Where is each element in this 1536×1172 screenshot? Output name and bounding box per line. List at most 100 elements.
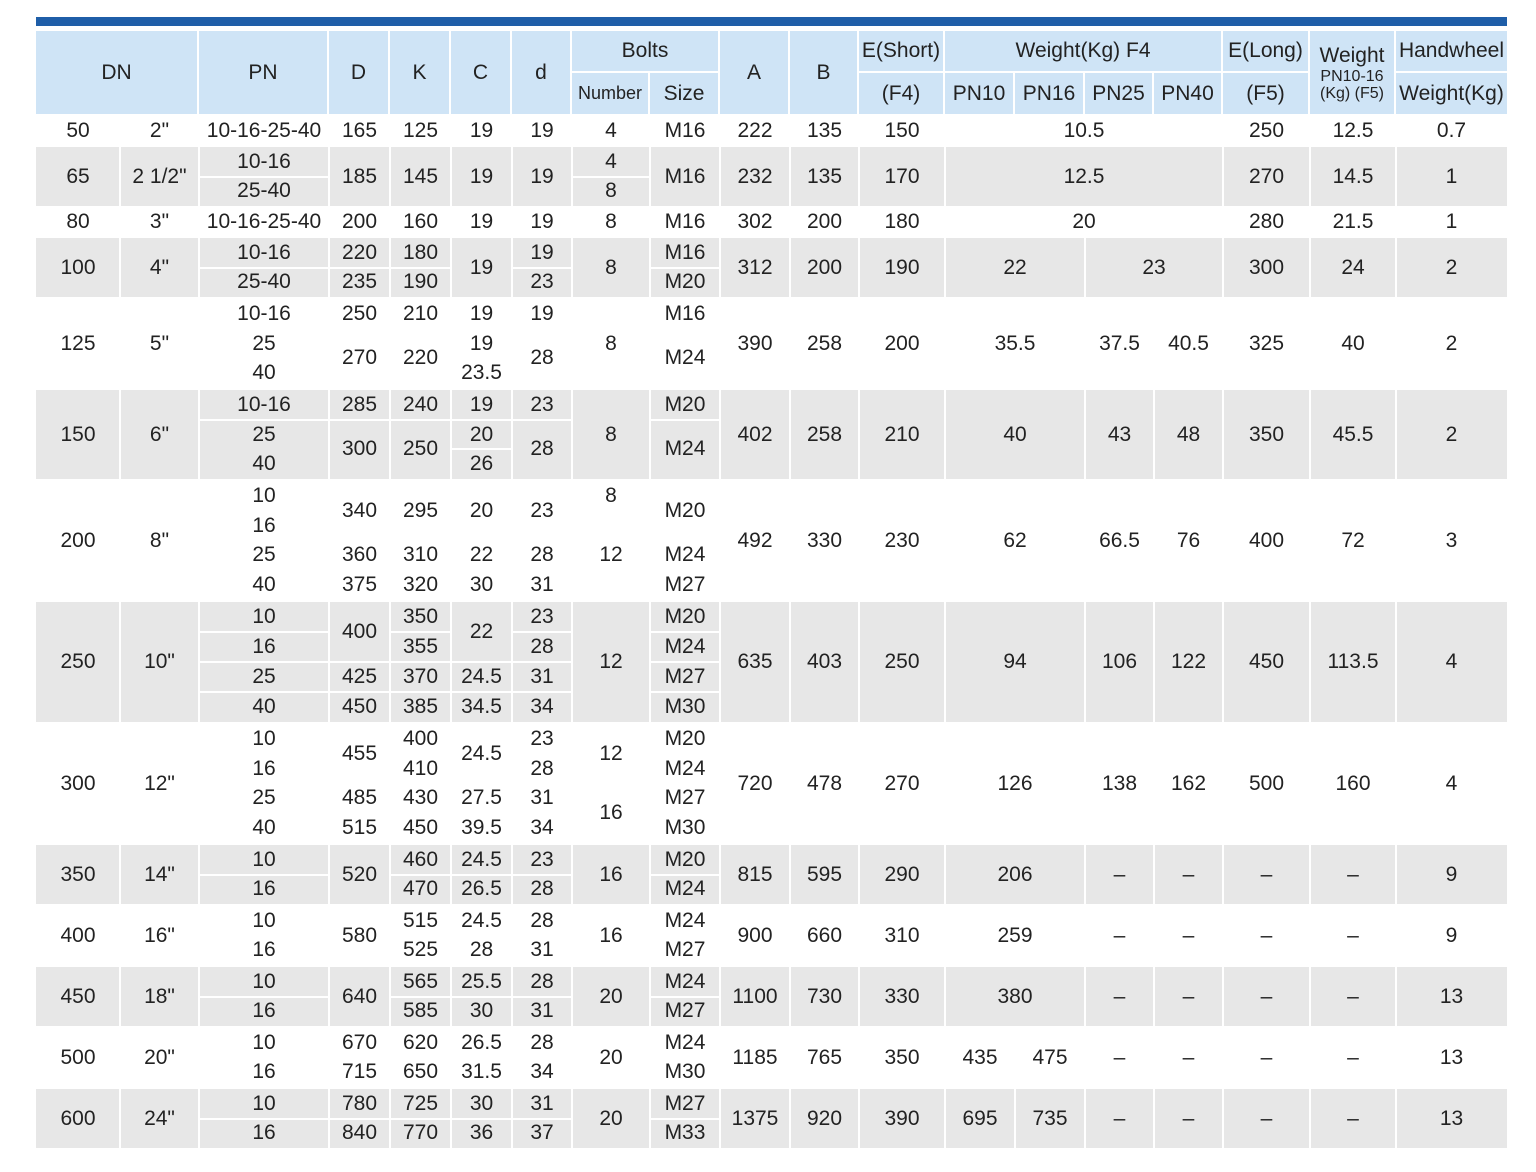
bolt-number-value: 8 <box>605 422 617 446</box>
flange-thickness-value: 34.5 <box>461 695 502 718</box>
bolt-circle-value: 370 <box>402 665 439 688</box>
grid-line <box>1309 238 1311 297</box>
e-short-cell: 210 <box>884 422 920 446</box>
grid-line <box>329 1118 390 1120</box>
handwheel-weight-cell: 13 <box>1439 984 1464 1008</box>
b-dimension-cell: 200 <box>806 210 843 233</box>
flange-thickness-value: 24.5 <box>461 665 502 688</box>
grid-line <box>1153 1089 1155 1148</box>
flange-diameter-value: 185 <box>341 164 378 188</box>
flange-diameter-value: 250 <box>341 301 378 325</box>
pn-value: 16 <box>252 513 276 537</box>
pn-value: 16 <box>252 1060 276 1084</box>
e-short-cell: 290 <box>884 862 920 886</box>
flange-diameter-value: 270 <box>341 346 378 370</box>
pn-value: 10-16-25-40 <box>206 210 322 233</box>
grid-line <box>199 661 329 663</box>
e-long-cell: 270 <box>1248 164 1285 188</box>
bolt-hole-value: 28 <box>530 437 554 461</box>
bolt-circle-value: 565 <box>402 969 439 993</box>
grid-line <box>512 661 572 663</box>
grid-line <box>451 448 512 450</box>
inch-size-cell: 2" <box>149 118 170 142</box>
bolt-circle-value: 210 <box>402 301 439 325</box>
dn-cell: 450 <box>60 984 96 1008</box>
e-long-cell: 450 <box>1248 650 1285 673</box>
bolt-size-value: M24 <box>664 877 706 901</box>
grid-line <box>719 147 721 206</box>
pn-value: 10 <box>252 483 276 507</box>
weight-f4-pn25: – <box>1113 1106 1126 1130</box>
flange-diameter-value: 715 <box>341 1060 378 1084</box>
bolt-number-value: 20 <box>599 1045 623 1069</box>
header-a: A <box>720 31 788 114</box>
weight-f5-cell: 72 <box>1341 528 1365 552</box>
b-dimension-cell: 258 <box>806 331 843 355</box>
inch-size-cell: 3" <box>149 210 170 233</box>
b-dimension-cell: 258 <box>806 422 843 446</box>
flange-diameter-value: 340 <box>341 498 378 522</box>
e-long-cell: 300 <box>1248 255 1285 279</box>
dn-cell: 200 <box>60 528 96 552</box>
e-short-cell: 250 <box>884 650 920 673</box>
inch-size-cell: 10" <box>144 650 175 673</box>
bolt-circle-value: 220 <box>402 346 439 370</box>
inch-size-cell: 24" <box>144 1106 175 1130</box>
bolt-hole-value: 28 <box>530 877 554 901</box>
weight-f5-cell: – <box>1347 1045 1359 1069</box>
bolt-circle-value: 460 <box>402 847 439 871</box>
handwheel-weight-cell: 4 <box>1445 650 1458 673</box>
weight-f5-cell: 40 <box>1341 331 1365 355</box>
bolt-size-value: M30 <box>664 1060 706 1084</box>
grid-line <box>1084 845 1086 904</box>
weight-f4-pn10: 126 <box>997 771 1033 795</box>
header-e-long: E(Long) <box>1223 31 1308 71</box>
header-pn40: PN40 <box>1154 73 1221 114</box>
weight-f5-cell: – <box>1347 923 1359 947</box>
grid-line <box>451 661 512 663</box>
bolt-hole-value: 23 <box>530 392 554 416</box>
bolt-circle-value: 180 <box>402 240 439 264</box>
bolt-circle-value: 525 <box>402 938 439 962</box>
grid-line <box>511 147 513 206</box>
a-dimension-cell: 232 <box>737 164 773 188</box>
bolt-hole-value: 28 <box>530 346 554 370</box>
b-dimension-cell: 920 <box>806 1106 843 1130</box>
grid-line <box>1309 390 1311 479</box>
weight-f4-pn25: 37.5 <box>1099 331 1140 355</box>
bolt-number-value: 16 <box>599 923 623 947</box>
bolt-size-value: M33 <box>664 1121 706 1145</box>
bolt-size-value: M16 <box>664 301 706 325</box>
bolt-size-value: M24 <box>664 1030 706 1054</box>
grid-line <box>119 1089 121 1148</box>
bolt-size-value: M27 <box>664 999 706 1023</box>
bolt-size-value: M16 <box>664 210 706 233</box>
bolt-hole-value: 23 <box>530 605 554 628</box>
grid-line <box>512 996 572 998</box>
pn-value: 16 <box>252 938 276 962</box>
dn-cell: 50 <box>66 118 90 142</box>
pn-value: 10 <box>252 1091 276 1115</box>
bolt-circle-value: 470 <box>402 877 439 901</box>
grid-line <box>329 661 390 663</box>
grid-line <box>390 1118 451 1120</box>
dn-cell: 300 <box>60 771 96 795</box>
header-pn: PN <box>199 31 327 114</box>
flange-diameter-value: 520 <box>341 862 378 886</box>
grid-line <box>650 419 720 421</box>
grid-line <box>199 176 329 178</box>
grid-line <box>858 845 860 904</box>
grid-line <box>1309 1089 1311 1148</box>
bolt-hole-value: 28 <box>530 1030 554 1054</box>
weight-f4-pn10: 206 <box>997 862 1033 886</box>
weight-f4-pn10: 20 <box>1072 210 1096 233</box>
bolt-circle-value: 410 <box>402 756 439 780</box>
a-dimension-cell: 222 <box>737 118 773 142</box>
header-weight-f5-title: Weight <box>1319 43 1385 67</box>
pn-value: 25 <box>252 331 276 355</box>
weight-f4-pn16: 475 <box>1032 1045 1068 1069</box>
a-dimension-cell: 1100 <box>732 984 778 1008</box>
bolt-circle-value: 240 <box>402 392 439 416</box>
grid-line <box>390 631 451 633</box>
bolt-hole-value: 23 <box>530 498 554 522</box>
